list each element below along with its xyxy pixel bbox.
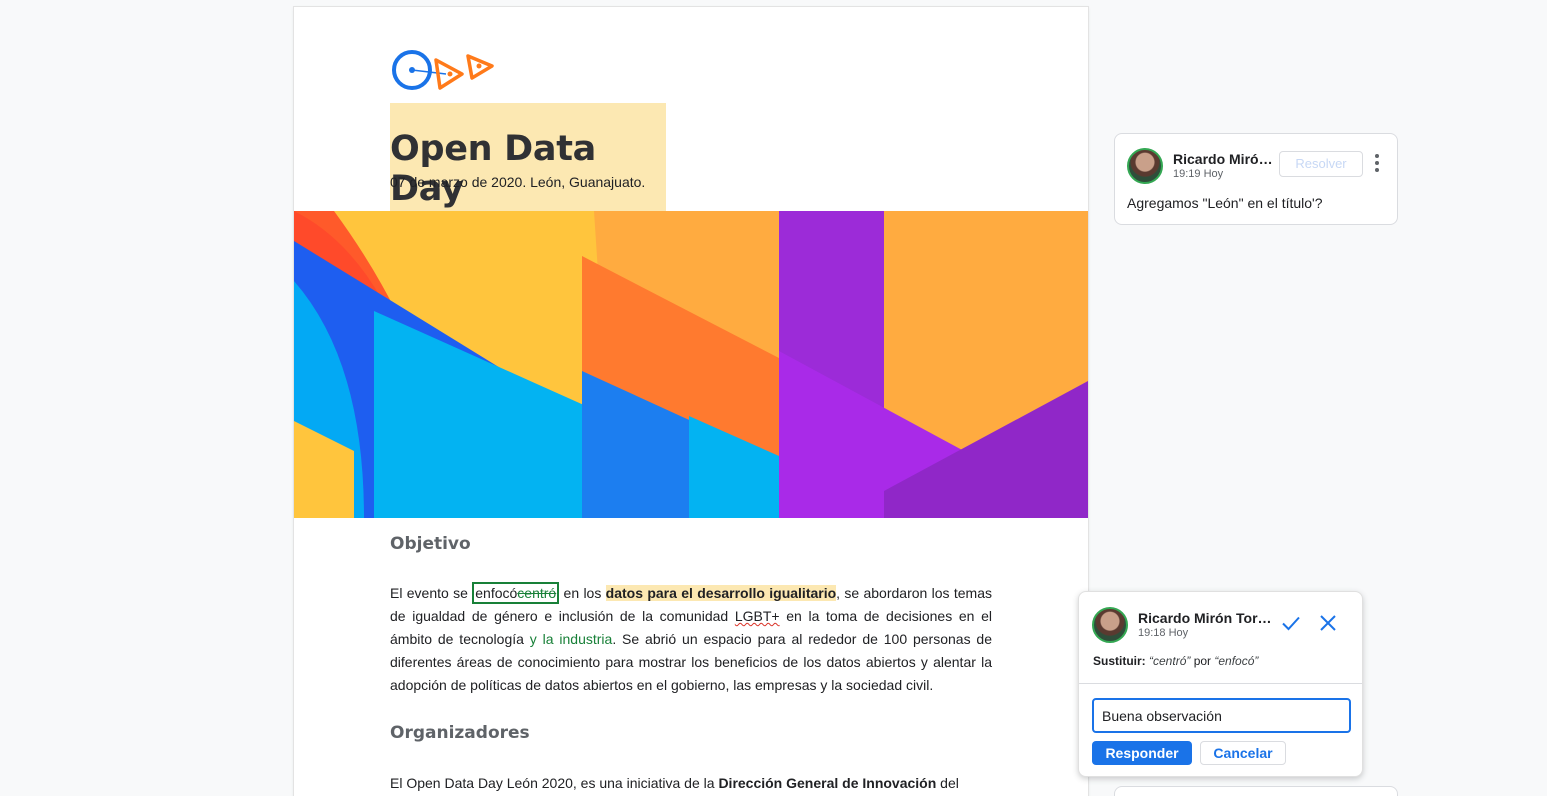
spellcheck-word[interactable]: LGBT+: [735, 608, 780, 624]
cancel-button[interactable]: Cancelar: [1200, 741, 1286, 765]
comment-card[interactable]: Ricardo Miró… 19:19 Hoy Resolver Agregam…: [1114, 133, 1398, 225]
suggestion-from: “centró”: [1149, 654, 1191, 668]
document-page[interactable]: Open Data Day 07 de marzo de 2020. León,…: [294, 7, 1088, 796]
check-icon[interactable]: [1279, 611, 1303, 635]
section-heading-objetivo: Objetivo: [390, 534, 471, 554]
suggestion-time: 19:18 Hoy: [1138, 627, 1189, 639]
bold-text: Dirección General de Innovación: [718, 775, 937, 791]
comment-time: 19:19 Hoy: [1173, 168, 1224, 180]
text-run: del: [936, 775, 959, 791]
avatar: [1092, 607, 1128, 643]
section-paragraph-organizadores[interactable]: El Open Data Day León 2020, es una inici…: [390, 772, 992, 795]
banner-image: [294, 211, 1088, 518]
comment-text: Agregamos "León" en el título'?: [1127, 195, 1323, 211]
avatar: [1127, 148, 1163, 184]
suggestion-label: Sustituir:: [1093, 654, 1146, 668]
open-data-day-logo: [392, 50, 494, 90]
text-run: El evento se: [390, 585, 473, 601]
suggestion-by: por: [1190, 654, 1215, 668]
suggested-insert[interactable]: y la industria: [530, 631, 613, 647]
suggestion-card[interactable]: Ricardo Mirón Tor… 19:18 Hoy Sustituir: …: [1078, 591, 1363, 777]
suggestion-insert[interactable]: enfocócentró: [472, 582, 560, 604]
more-vert-icon[interactable]: [1372, 154, 1382, 174]
resolve-button[interactable]: Resolver: [1279, 151, 1363, 177]
commented-highlight[interactable]: datos para el desarrollo igualitario: [605, 585, 837, 601]
suggestion-summary: Sustituir: “centró” por “enfocó”: [1093, 654, 1258, 668]
close-icon[interactable]: [1316, 611, 1340, 635]
suggestion-to: “enfocó”: [1214, 654, 1259, 668]
divider: [1079, 683, 1362, 684]
text-run: El Open Data Day León 2020, es una inici…: [390, 775, 719, 791]
comment-card-next[interactable]: [1114, 786, 1398, 796]
page-title: Open Data Day: [390, 129, 596, 209]
inserted-text: enfocó: [475, 585, 518, 601]
comment-author: Ricardo Miró…: [1173, 151, 1273, 167]
title-highlight: Open Data Day: [390, 103, 666, 211]
reply-button[interactable]: Responder: [1092, 741, 1192, 765]
page-subtitle: 07 de marzo de 2020. León, Guanajuato.: [390, 174, 646, 190]
reply-input[interactable]: [1092, 698, 1351, 733]
deleted-text: centró: [517, 585, 557, 601]
suggestion-author: Ricardo Mirón Tor…: [1138, 610, 1272, 626]
text-run: en los: [559, 585, 606, 601]
section-heading-organizadores: Organizadores: [390, 723, 530, 743]
section-paragraph-objetivo[interactable]: El evento se enfocócentró en los datos p…: [390, 582, 992, 697]
